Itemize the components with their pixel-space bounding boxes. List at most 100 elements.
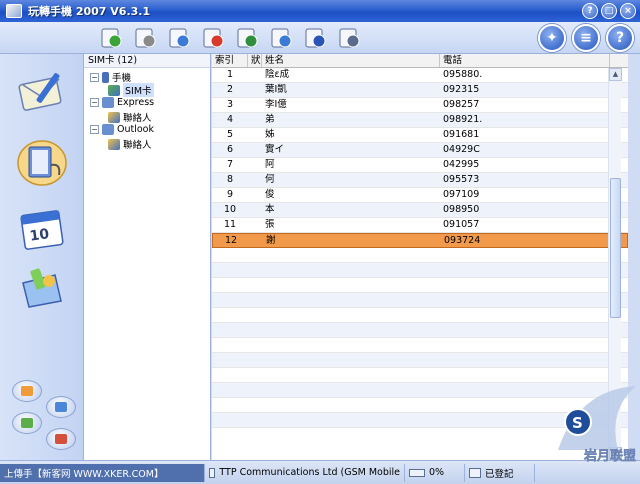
cell-phone: 093724 — [444, 235, 481, 246]
tree-panel: SIM卡 (12) − 手機 SIM卡 − Express 聯絡人 − Outl… — [84, 54, 211, 460]
cell-phone: 04929C — [443, 144, 480, 155]
table-row[interactable]: 10 本 098950 — [212, 203, 628, 218]
collapse-icon[interactable]: − — [90, 125, 99, 134]
settings-button[interactable]: ✦ — [538, 24, 566, 52]
close-button[interactable]: × — [620, 3, 636, 19]
cell-name: 謝 — [266, 235, 276, 246]
media-folder-icon — [22, 268, 62, 308]
calendar-icon: 10 — [20, 210, 64, 250]
empty-row — [212, 248, 628, 263]
status-battery: 0% — [405, 463, 465, 482]
sync-icon — [237, 28, 258, 48]
table-row[interactable]: 6 實イ 04929C — [212, 143, 628, 158]
contacts-icon — [108, 138, 120, 150]
cell-name: 弟 — [265, 114, 275, 125]
table-row[interactable]: 1 陰ε成 095880. — [212, 68, 628, 83]
cell-status — [248, 143, 262, 157]
tree-node-express-contacts[interactable]: 聯絡人 — [108, 110, 152, 124]
scroll-up-arrow[interactable]: ▲ — [609, 68, 622, 81]
cell-status — [248, 158, 262, 172]
table-row[interactable]: 12 謝 093724 — [212, 233, 628, 248]
registration-label: 已登記 — [485, 468, 514, 480]
cell-name: 實イ — [265, 144, 285, 155]
group-icon — [271, 28, 292, 48]
title-bar: 玩轉手機 2007 V6.3.1 ? □ × — [0, 0, 640, 22]
cell-name: 陰ε成 — [265, 69, 290, 80]
tree-node-sim[interactable]: SIM卡 — [108, 83, 154, 97]
toolbar-button-3[interactable] — [164, 24, 194, 52]
forward-icon — [135, 28, 156, 48]
svg-text:10: 10 — [29, 226, 51, 245]
table-row[interactable]: 11 張 091057 — [212, 218, 628, 233]
tool-mini-2[interactable] — [46, 396, 76, 418]
empty-row — [212, 293, 628, 308]
tree-node-phone[interactable]: − 手機 — [90, 70, 131, 84]
table-row[interactable]: 7 阿 042995 — [212, 158, 628, 173]
tree-node-label: 聯絡人 — [123, 140, 152, 151]
cell-index: 2 — [226, 84, 234, 95]
cell-phone: 091057 — [443, 219, 480, 230]
provider-label: TTP Communications Ltd (GSM Mobile — [219, 467, 400, 478]
table-row[interactable]: 3 李Ⅰ億 098257 — [212, 98, 628, 113]
column-header-phone[interactable]: 電話 — [440, 54, 610, 67]
cell-status — [248, 128, 262, 142]
nav-media[interactable] — [14, 260, 70, 316]
scroll-thumb[interactable] — [610, 178, 621, 318]
help-button[interactable]: ? — [582, 3, 598, 19]
search-icon — [305, 28, 326, 48]
cell-status — [248, 173, 262, 187]
column-header-name[interactable]: 姓名 — [262, 54, 440, 67]
cell-status — [248, 68, 262, 82]
new-contact-icon — [169, 28, 190, 48]
toolbar-button-5[interactable] — [232, 24, 262, 52]
table-row[interactable]: 9 俊 097109 — [212, 188, 628, 203]
print-icon — [339, 28, 360, 48]
toolbar-button-4[interactable] — [198, 24, 228, 52]
collapse-icon[interactable]: − — [90, 98, 99, 107]
envelope-pen-icon — [18, 73, 62, 111]
toolbar-button-6[interactable] — [266, 24, 296, 52]
column-header-index[interactable]: 索引 — [212, 54, 248, 67]
cell-index: 1 — [226, 69, 234, 80]
tree-node-label: 手機 — [112, 73, 132, 84]
tree-node-label: Express — [117, 97, 155, 108]
tree-node-express[interactable]: − Express — [90, 97, 154, 108]
toolbar-button-8[interactable] — [334, 24, 364, 52]
table-row[interactable]: 4 弟 098921. — [212, 113, 628, 128]
tool-mini-4[interactable] — [46, 428, 76, 450]
cell-name: 俊 — [265, 189, 275, 200]
cell-name: 李Ⅰ億 — [265, 99, 287, 110]
tree-node-outlook-contacts[interactable]: 聯絡人 — [108, 137, 152, 151]
collapse-icon[interactable]: − — [90, 72, 99, 82]
list-button[interactable]: ≡ — [572, 24, 600, 52]
tool-mini-1[interactable] — [12, 380, 42, 402]
phone-icon — [102, 71, 109, 83]
tree-node-label: Outlook — [117, 124, 154, 135]
table-row[interactable]: 5 姊 091681 — [212, 128, 628, 143]
toolbar-button-2[interactable] — [130, 24, 160, 52]
nav-calendar[interactable]: 10 — [14, 202, 70, 258]
table-row[interactable]: 2 葉Ⅰ凱 092315 — [212, 83, 628, 98]
maximize-button[interactable]: □ — [601, 3, 617, 19]
table-row[interactable]: 8 何 095573 — [212, 173, 628, 188]
tree-node-outlook[interactable]: − Outlook — [90, 124, 154, 135]
cell-phone: 095573 — [443, 174, 480, 185]
cell-phone: 092315 — [443, 84, 480, 95]
cell-phone: 091681 — [443, 129, 480, 140]
status-site: 上傳手【新客网 WWW.XKER.COM】 — [0, 463, 205, 482]
column-header-status[interactable]: 狀態 — [248, 54, 262, 67]
help-round-button[interactable]: ? — [606, 24, 634, 52]
toolbar-button-1[interactable] — [96, 24, 126, 52]
cell-index: 4 — [226, 114, 234, 125]
nav-phonebook[interactable] — [14, 134, 70, 190]
tool-mini-3[interactable] — [12, 412, 42, 434]
toolbar-button-7[interactable] — [300, 24, 330, 52]
right-tools: ✦ ≡ ? — [538, 24, 634, 52]
cell-phone: 098257 — [443, 99, 480, 110]
cell-name: 阿 — [265, 159, 275, 170]
nav-messages[interactable] — [14, 64, 70, 120]
cell-status — [248, 203, 262, 217]
cell-index: 5 — [226, 129, 234, 140]
cell-name: 本 — [265, 204, 275, 215]
watermark-text: 岩月联盟 — [583, 448, 636, 464]
